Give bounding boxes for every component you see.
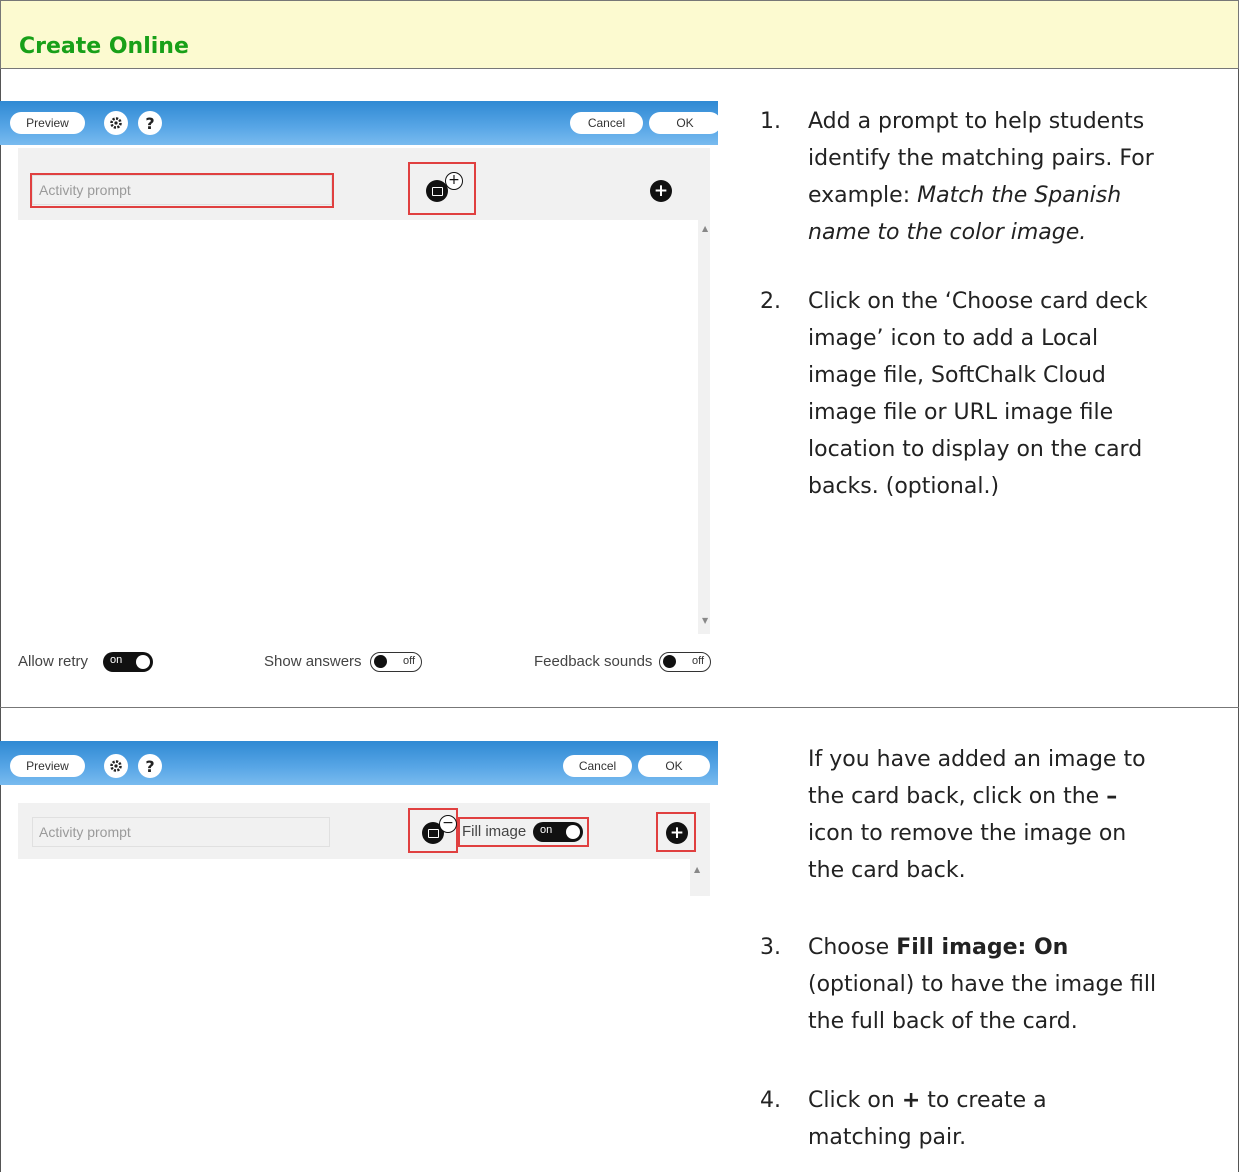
show-answers-toggle[interactable]: off (370, 652, 422, 672)
instruction-step-1: 1. Add a prompt to help students identif… (760, 109, 1154, 245)
help-icon[interactable]: ? (138, 754, 162, 778)
help-icon[interactable]: ? (138, 111, 162, 135)
section-header: Create Online (0, 0, 1239, 69)
allow-retry-toggle[interactable]: on (103, 652, 153, 672)
instruction-note: If you have added an image to the card b… (808, 747, 1146, 883)
cancel-button[interactable]: Cancel (563, 755, 632, 777)
editor-panel: Activity prompt + + ▲ ▼ (18, 148, 710, 634)
feedback-sounds-label: Feedback sounds (534, 653, 653, 670)
ok-button[interactable]: OK (649, 112, 721, 134)
add-pair-button[interactable]: + (650, 180, 672, 202)
scroll-up-arrow[interactable]: ▲ (694, 865, 700, 874)
editor-toolbar: Preview ? Cancel OK (0, 101, 721, 145)
editor-canvas (18, 220, 698, 634)
add-image-badge[interactable]: + (445, 172, 463, 190)
instruction-step-4: 4. Click on + to create a matching pair. (760, 1088, 1047, 1150)
scroll-down-arrow[interactable]: ▼ (702, 616, 708, 625)
editor-canvas (18, 859, 690, 896)
gear-icon[interactable] (104, 754, 128, 778)
show-answers-label: Show answers (264, 653, 362, 670)
scroll-up-arrow[interactable]: ▲ (702, 224, 708, 233)
fill-image-toggle[interactable]: on (533, 822, 583, 842)
highlight-box (30, 173, 334, 208)
gear-icon[interactable] (104, 111, 128, 135)
cancel-button[interactable]: Cancel (570, 112, 643, 134)
editor-panel: Activity prompt − Fill image on + ▲ (18, 803, 710, 896)
row-divider (0, 707, 1239, 708)
preview-button[interactable]: Preview (10, 755, 85, 777)
feedback-sounds-toggle[interactable]: off (659, 652, 711, 672)
ok-button[interactable]: OK (638, 755, 710, 777)
fill-image-label: Fill image (462, 823, 527, 840)
editor-toolbar: Preview ? Cancel OK (0, 741, 718, 785)
preview-button[interactable]: Preview (10, 112, 85, 134)
remove-image-badge[interactable]: − (439, 815, 457, 833)
instruction-step-3: 3. Choose Fill image: On (optional) to h… (760, 935, 1157, 1034)
section-title: Create Online (19, 34, 189, 59)
activity-prompt-input[interactable]: Activity prompt (32, 817, 330, 847)
instruction-step-2: 2. Click on the ‘Choose card deck image’… (760, 289, 1148, 499)
allow-retry-label: Allow retry (18, 653, 89, 670)
add-pair-button[interactable]: + (666, 822, 688, 844)
